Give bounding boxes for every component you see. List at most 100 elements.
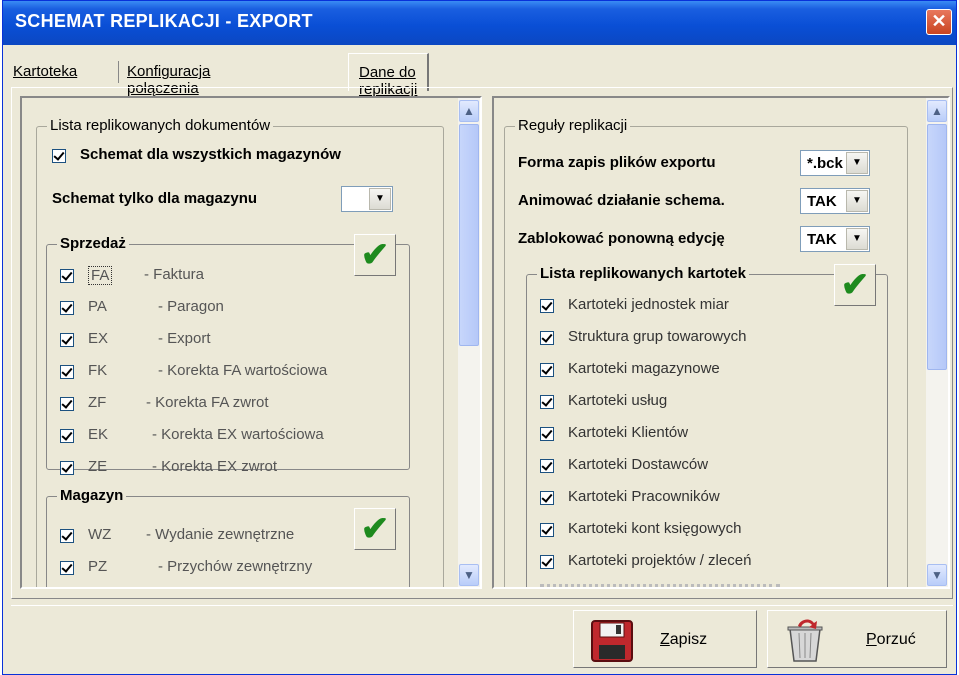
checkmark-icon: ✔ xyxy=(360,236,390,274)
doc-item-ze[interactable]: ZE - Korekta EX zwrot xyxy=(60,458,360,480)
tab-panel: Lista replikowanych dokumentów Schemat d… xyxy=(11,87,953,599)
doc-code: FA xyxy=(88,266,113,285)
title-bar[interactable]: SCHEMAT REPLIKACJI - EXPORT ✕ xyxy=(3,1,956,45)
documents-group-title: Lista replikowanych dokumentów xyxy=(47,117,274,134)
doc-code: FK xyxy=(88,362,108,379)
chevron-down-icon: ▼ xyxy=(931,568,943,582)
tab-dane-do-replikacji[interactable]: Dane do replikacji xyxy=(348,53,430,98)
save-label: Zapisz xyxy=(660,631,708,648)
catalog-item[interactable]: Kartoteki Dostawców xyxy=(540,456,810,478)
catalog-label: Kartoteki Klientów xyxy=(568,424,689,441)
doc-code: ZE xyxy=(88,458,108,475)
warehouse-select-all-button[interactable]: ✔ xyxy=(354,508,396,550)
catalog-item[interactable]: Kartoteki jednostek miar xyxy=(540,296,810,318)
catalog-label: Kartoteki Pracowników xyxy=(568,488,720,505)
catalog-label: Kartoteki projektów / zleceń xyxy=(568,552,752,569)
rules-panel: Reguły replikacji Forma zapis plików exp… xyxy=(492,96,950,589)
clipped-catalog-item xyxy=(540,584,780,587)
doc-desc: - Korekta EX zwrot xyxy=(152,458,278,475)
sales-group-title: Sprzedaż xyxy=(57,235,129,252)
rules-group-title: Reguły replikacji xyxy=(515,117,631,134)
doc-code: ZF xyxy=(88,394,107,411)
warehouse-select[interactable]: ▼ xyxy=(341,186,393,212)
button-bar: Zapisz Porzuć xyxy=(11,605,953,671)
chevron-up-icon: ▲ xyxy=(463,104,475,118)
floppy-disk-icon xyxy=(591,620,633,662)
warehouse-group-title: Magazyn xyxy=(57,487,127,504)
checkbox-icon xyxy=(52,149,66,163)
right-scrollbar[interactable]: ▲ ▼ xyxy=(926,98,948,587)
chevron-down-icon[interactable]: ▼ xyxy=(846,152,868,174)
catalog-label: Kartoteki Dostawców xyxy=(568,456,709,473)
checkmark-icon: ✔ xyxy=(360,510,390,548)
close-icon: ✕ xyxy=(931,11,947,31)
doc-desc: - Korekta FA zwrot xyxy=(146,394,269,411)
doc-code: EK xyxy=(88,426,109,443)
window-title: SCHEMAT REPLIKACJI - EXPORT xyxy=(15,11,313,31)
catalogs-group-title: Lista replikowanych kartotek xyxy=(537,265,749,282)
doc-code: PZ xyxy=(88,558,108,575)
chevron-down-icon[interactable]: ▼ xyxy=(846,228,868,250)
doc-desc: - Korekta EX wartościowa xyxy=(152,426,324,443)
documents-panel: Lista replikowanych dokumentów Schemat d… xyxy=(20,96,482,589)
save-button[interactable]: Zapisz xyxy=(573,610,757,668)
animate-schema-select[interactable]: TAK ▼ xyxy=(800,188,870,214)
catalog-item[interactable]: Kartoteki projektów / zleceń xyxy=(540,552,830,574)
doc-code: EX xyxy=(88,330,109,347)
doc-item-ex[interactable]: EX - Export xyxy=(60,330,360,352)
catalog-item[interactable]: Kartoteki Pracowników xyxy=(540,488,810,510)
checkmark-icon: ✔ xyxy=(840,266,870,304)
doc-item-zf[interactable]: ZF - Korekta FA zwrot xyxy=(60,394,360,416)
doc-desc: - Export xyxy=(158,330,211,347)
chevron-down-icon: ▼ xyxy=(463,568,475,582)
catalogs-select-all-button[interactable]: ✔ xyxy=(834,264,876,306)
scroll-down-button[interactable]: ▼ xyxy=(459,564,479,586)
catalog-item[interactable]: Kartoteki Klientów xyxy=(540,424,810,446)
close-button[interactable]: ✕ xyxy=(926,9,952,35)
all-warehouses-label: Schemat dla wszystkich magazynów xyxy=(80,146,341,163)
catalog-item[interactable]: Struktura grup towarowych xyxy=(540,328,810,350)
scroll-up-button[interactable]: ▲ xyxy=(927,100,947,122)
catalog-item[interactable]: Kartoteki kont księgowych xyxy=(540,520,810,542)
doc-desc: - Paragon xyxy=(158,298,224,315)
cancel-button[interactable]: Porzuć xyxy=(767,610,947,668)
doc-code: WZ xyxy=(88,526,112,543)
doc-desc: - Wydanie zewnętrzne xyxy=(146,526,295,543)
scroll-down-button[interactable]: ▼ xyxy=(927,564,947,586)
doc-item-ek[interactable]: EK - Korekta EX wartościowa xyxy=(60,426,390,448)
chevron-down-icon[interactable]: ▼ xyxy=(369,188,391,210)
block-edit-select[interactable]: TAK ▼ xyxy=(800,226,870,252)
export-format-value: *.bck xyxy=(807,155,843,172)
trash-can-icon xyxy=(787,619,823,662)
animate-schema-label: Animować działanie schema. xyxy=(518,192,725,209)
dialog-window: SCHEMAT REPLIKACJI - EXPORT ✕ Kartoteka … xyxy=(2,0,957,675)
doc-item-fa[interactable]: FA - Faktura xyxy=(60,266,260,288)
doc-item-fk[interactable]: FK - Korekta FA wartościowa xyxy=(60,362,380,384)
doc-item-wz[interactable]: WZ - Wydanie zewnętrzne xyxy=(60,526,350,548)
doc-desc: - Korekta FA wartościowa xyxy=(158,362,328,379)
scroll-up-button[interactable]: ▲ xyxy=(459,100,479,122)
tab-kartoteka[interactable]: Kartoteka xyxy=(13,63,77,80)
catalog-item[interactable]: Kartoteki usług xyxy=(540,392,810,414)
scroll-thumb[interactable] xyxy=(927,124,947,370)
catalog-label: Struktura grup towarowych xyxy=(568,328,747,345)
doc-code: PA xyxy=(88,298,107,315)
block-edit-value: TAK xyxy=(807,231,837,248)
catalog-label: Kartoteki usług xyxy=(568,392,668,409)
block-edit-label: Zablokować ponowną edycję xyxy=(518,230,725,247)
cancel-label: Porzuć xyxy=(866,631,916,648)
scroll-thumb[interactable] xyxy=(459,124,479,346)
chevron-up-icon: ▲ xyxy=(931,104,943,118)
doc-desc: - Przychów zewnętrzny xyxy=(158,558,313,575)
catalog-item[interactable]: Kartoteki magazynowe xyxy=(540,360,810,382)
chevron-down-icon[interactable]: ▼ xyxy=(846,190,868,212)
catalog-label: Kartoteki jednostek miar xyxy=(568,296,729,313)
tab-separator xyxy=(118,61,119,83)
sales-select-all-button[interactable]: ✔ xyxy=(354,234,396,276)
doc-item-pa[interactable]: PA - Paragon xyxy=(60,298,360,320)
catalog-label: Kartoteki kont księgowych xyxy=(568,520,742,537)
left-scrollbar[interactable]: ▲ ▼ xyxy=(458,98,480,587)
doc-item-pz[interactable]: PZ - Przychów zewnętrzny xyxy=(60,558,360,580)
export-format-select[interactable]: *.bck ▼ xyxy=(800,150,870,176)
animate-schema-value: TAK xyxy=(807,193,837,210)
